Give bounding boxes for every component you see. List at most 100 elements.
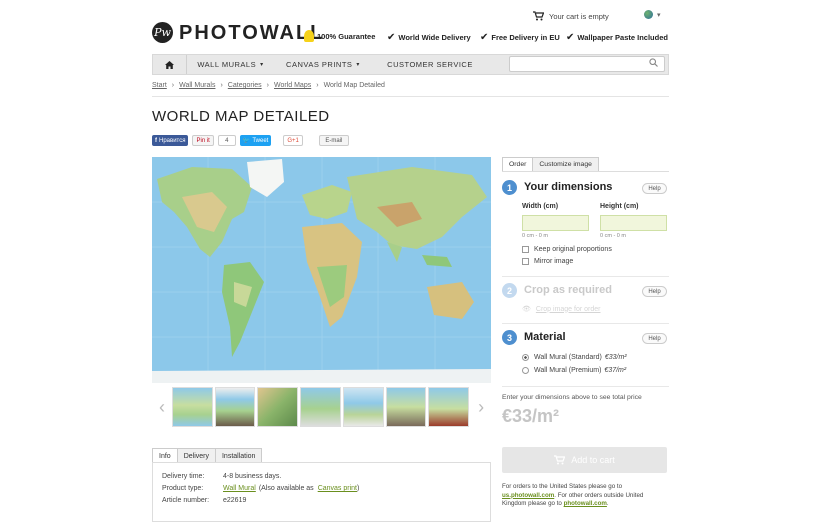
thumbnail[interactable] <box>428 387 470 427</box>
help-button[interactable]: Help <box>642 183 667 194</box>
caret-down-icon: ▾ <box>356 62 360 68</box>
chevron-left-icon[interactable]: ‹ <box>152 397 172 418</box>
google-plus-button[interactable]: G+1 <box>283 135 303 146</box>
usp-paste-label: Wallpaper Paste Included <box>577 33 668 42</box>
mirror-image-checkbox[interactable] <box>522 258 529 265</box>
usp-delivery-label: World Wide Delivery <box>398 33 471 42</box>
width-field[interactable] <box>522 215 589 231</box>
pinterest-button[interactable]: Pin it <box>192 135 214 146</box>
thumbnail[interactable] <box>171 387 213 427</box>
add-to-cart-button[interactable]: Add to cart <box>502 447 667 473</box>
usp-delivery: ✔ World Wide Delivery <box>387 32 471 43</box>
home-icon <box>165 60 174 69</box>
thumbnail[interactable] <box>300 387 341 427</box>
step-2-badge: 2 <box>502 283 517 298</box>
info-product-label: Product type: <box>162 485 204 492</box>
intl-site-link[interactable]: photowall.com <box>564 500 607 507</box>
usp-paste: ✔ Wallpaper Paste Included <box>566 32 668 43</box>
canvas-print-link[interactable]: Canvas print <box>318 485 357 492</box>
nav-wall-murals[interactable]: WALL MURALS ▾ <box>187 55 274 74</box>
help-button[interactable]: Help <box>642 333 667 344</box>
thumbnail[interactable] <box>385 387 427 427</box>
height-label: Height (cm) <box>600 203 639 210</box>
crop-image-link[interactable]: 👁 Crop image for order <box>522 305 600 314</box>
also-available-prefix: (Also available as <box>258 485 314 492</box>
facebook-icon: f <box>155 137 157 144</box>
breadcrumb-wall-murals[interactable]: Wall Murals <box>179 82 215 89</box>
breadcrumb: Start › Wall Murals › Categories › World… <box>152 82 385 89</box>
nav-customer-service[interactable]: CUSTOMER SERVICE <box>372 55 488 74</box>
chevron-down-icon: ▾ <box>657 11 661 19</box>
step-3-title: Material <box>524 331 566 343</box>
facebook-like-button[interactable]: f Нравится <box>152 135 189 146</box>
also-available-suffix: ) <box>356 485 360 492</box>
globe-icon <box>644 10 653 19</box>
tab-order[interactable]: Order <box>502 157 534 172</box>
thumbnail[interactable] <box>257 387 299 427</box>
breadcrumb-current: World Map Detailed <box>323 82 385 89</box>
breadcrumb-world-maps[interactable]: World Maps <box>274 82 311 89</box>
twitter-button[interactable]: 🐦 Tweet <box>239 135 272 146</box>
info-delivery-label: Delivery time: <box>162 473 205 480</box>
chevron-right-icon: › <box>316 82 319 89</box>
keep-proportions-option[interactable]: Keep original proportions <box>522 246 612 253</box>
width-hint: 0 cm - 0 m <box>522 233 548 239</box>
eye-icon: 👁 <box>522 306 531 313</box>
breadcrumb-categories[interactable]: Categories <box>228 82 262 89</box>
material-premium-radio[interactable] <box>522 367 529 374</box>
step-2-title: Crop as required <box>524 284 613 296</box>
home-button[interactable] <box>153 55 187 74</box>
divider <box>502 386 669 387</box>
world-map-image <box>152 157 491 383</box>
logo-text[interactable]: PHOTOWALL <box>179 22 324 44</box>
mirror-image-option[interactable]: Mirror image <box>522 258 573 265</box>
step-1-badge: 1 <box>502 180 517 195</box>
material-standard-radio[interactable] <box>522 354 529 361</box>
product-image[interactable] <box>152 157 491 383</box>
logo-mark[interactable]: Pw <box>152 22 173 43</box>
chevron-right-icon[interactable]: › <box>471 397 491 418</box>
nav-customer-service-label: CUSTOMER SERVICE <box>387 60 473 69</box>
height-hint: 0 cm - 0 m <box>600 233 626 239</box>
us-site-link[interactable]: us.photowall.com <box>502 492 554 499</box>
height-field[interactable] <box>600 215 667 231</box>
thumbnail[interactable] <box>342 387 384 427</box>
help-button[interactable]: Help <box>642 286 667 297</box>
check-icon: ✔ <box>480 32 489 43</box>
tab-customize-image[interactable]: Customize image <box>532 157 599 172</box>
divider <box>152 96 669 97</box>
material-premium-option[interactable]: Wall Mural (Premium) €37/m² <box>522 367 626 374</box>
tab-installation[interactable]: Installation <box>214 448 263 463</box>
pinterest-label: Pin it <box>196 137 210 144</box>
nav-wall-murals-label: WALL MURALS <box>197 60 257 69</box>
keep-proportions-label: Keep original proportions <box>534 246 612 253</box>
tab-delivery[interactable]: Delivery <box>176 448 216 463</box>
order-note-text-3: . <box>606 500 609 507</box>
thumbnail[interactable] <box>214 387 256 427</box>
facebook-like-label: Нравится <box>159 137 186 144</box>
cart-link[interactable]: Your cart is empty <box>533 11 609 21</box>
breadcrumb-start[interactable]: Start <box>152 82 167 89</box>
material-premium-label: Wall Mural (Premium) <box>534 367 602 374</box>
country-selector[interactable]: ▾ <box>644 10 661 19</box>
keep-proportions-checkbox[interactable] <box>522 246 529 253</box>
nav-canvas-prints[interactable]: CANVAS PRINTS ▾ <box>274 55 372 74</box>
caret-down-icon: ▾ <box>260 62 264 68</box>
usp-free-delivery: ✔ Free Delivery in EU <box>480 32 560 43</box>
tweet-label: Tweet <box>252 137 269 144</box>
email-share-button[interactable]: E-mail <box>318 135 349 146</box>
check-icon: ✔ <box>566 32 575 43</box>
material-standard-option[interactable]: Wall Mural (Standard) €33/m² <box>522 354 627 361</box>
tab-info[interactable]: Info <box>152 448 178 463</box>
search-icon[interactable] <box>649 58 658 69</box>
search-input[interactable] <box>509 56 665 72</box>
twitter-icon: 🐦 <box>242 138 251 144</box>
material-premium-price: €37/m² <box>604 367 627 374</box>
thumbnail-strip: ‹ › <box>152 386 491 428</box>
info-article-value: e22619 <box>223 497 247 504</box>
chevron-right-icon: › <box>220 82 223 89</box>
product-type-link[interactable]: Wall Mural <box>223 485 256 492</box>
check-icon: ✔ <box>387 32 396 43</box>
pin-count: 4 <box>217 135 236 146</box>
price-display: €33/m² <box>502 406 560 426</box>
